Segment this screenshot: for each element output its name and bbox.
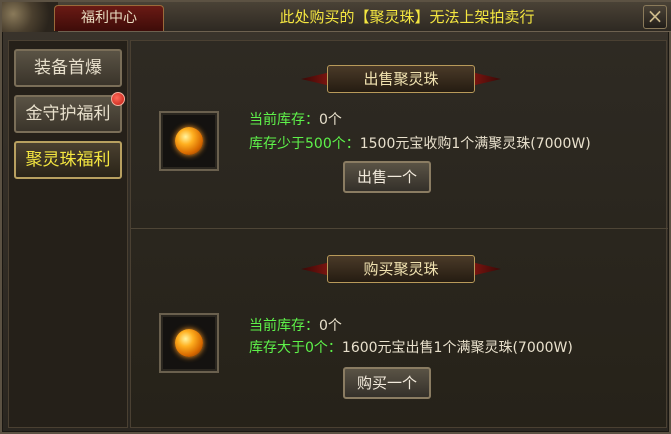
- sidebar: 装备首爆 金守护福利 聚灵珠福利: [8, 40, 128, 428]
- notice-text: 此处购买的【聚灵珠】无法上架拍卖行: [279, 8, 535, 26]
- sidebar-item-equipment-first-drop[interactable]: 装备首爆: [14, 49, 122, 87]
- rule-value: 1500元宝收购1个满聚灵珠(7000W): [359, 136, 591, 152]
- rule-line: 库存大于0个：1600元宝出售1个满聚灵珠(7000W): [249, 337, 573, 359]
- stock-line: 当前库存：0个: [249, 109, 342, 131]
- welfare-window: 福利中心 此处购买的【聚灵珠】无法上架拍卖行 × 装备首爆 金守护福利 聚灵珠福…: [0, 0, 671, 434]
- item-slot[interactable]: [159, 111, 219, 171]
- stock-line: 当前库存：0个: [249, 315, 342, 337]
- rule-value: 1600元宝出售1个满聚灵珠(7000W): [341, 340, 573, 356]
- buy-section: 购买聚灵珠 当前库存：0个 库存大于0个：1600元宝出售1个满聚灵珠(7000…: [131, 231, 668, 419]
- stock-label: 当前库存：: [249, 112, 319, 128]
- sell-section: 出售聚灵珠 当前库存：0个 库存少于500个：1500元宝收购1个满聚灵珠(70…: [131, 41, 668, 229]
- rule-label: 库存大于0个：: [249, 340, 342, 356]
- sell-banner-title: 出售聚灵珠: [327, 65, 475, 93]
- buy-one-button[interactable]: 购买一个: [343, 367, 431, 399]
- close-button[interactable]: ×: [643, 5, 667, 29]
- spirit-orb-icon: [175, 127, 203, 155]
- rule-label: 库存少于500个：: [249, 136, 360, 152]
- corner-ornament: [2, 2, 58, 32]
- stock-label: 当前库存：: [249, 318, 319, 334]
- title-bar: 福利中心 此处购买的【聚灵珠】无法上架拍卖行 ×: [2, 2, 671, 32]
- sidebar-item-label: 金守护福利: [25, 104, 111, 124]
- sidebar-item-spirit-orb[interactable]: 聚灵珠福利: [14, 141, 122, 179]
- spirit-orb-icon: [175, 329, 203, 357]
- close-icon: ×: [646, 4, 664, 28]
- sell-one-button[interactable]: 出售一个: [343, 161, 431, 193]
- sidebar-item-label: 聚灵珠福利: [25, 150, 111, 170]
- item-slot[interactable]: [159, 313, 219, 373]
- main-panel: 出售聚灵珠 当前库存：0个 库存少于500个：1500元宝收购1个满聚灵珠(70…: [130, 40, 668, 428]
- stock-value: 0个: [319, 112, 342, 128]
- tab-welfare-center[interactable]: 福利中心: [54, 5, 164, 31]
- sidebar-item-gold-guardian[interactable]: 金守护福利: [14, 92, 125, 133]
- sidebar-item-label: 装备首爆: [34, 58, 102, 78]
- buy-banner: 购买聚灵珠: [301, 255, 501, 283]
- buy-banner-title: 购买聚灵珠: [327, 255, 475, 283]
- stock-value: 0个: [319, 318, 342, 334]
- sell-banner: 出售聚灵珠: [301, 65, 501, 93]
- notification-badge: [111, 92, 125, 106]
- rule-line: 库存少于500个：1500元宝收购1个满聚灵珠(7000W): [249, 133, 591, 155]
